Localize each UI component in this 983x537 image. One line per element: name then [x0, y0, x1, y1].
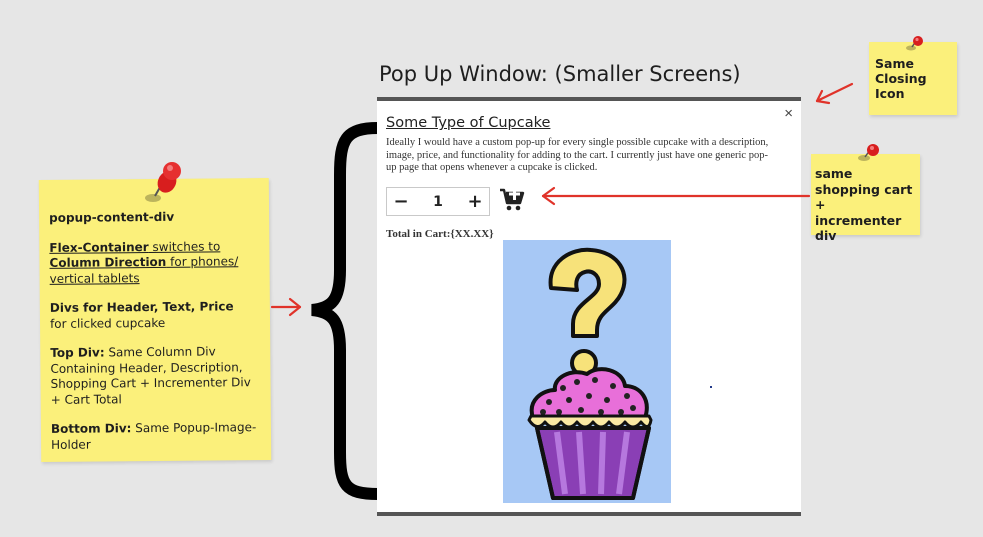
annotation-arrows — [270, 82, 854, 317]
